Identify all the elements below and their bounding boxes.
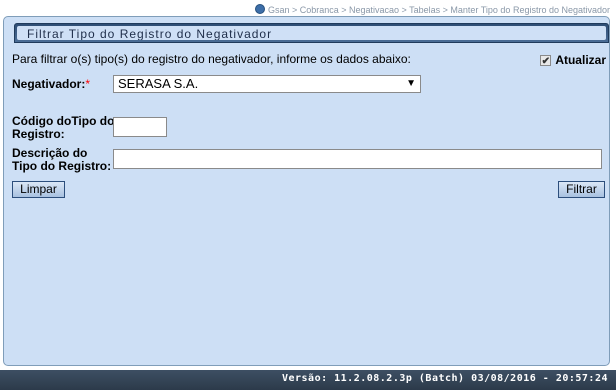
atualizar-label: Atualizar: [555, 53, 606, 67]
codigo-label: Código doTipo do Registro:: [12, 114, 115, 141]
codigo-input[interactable]: [113, 117, 167, 137]
breadcrumb-text[interactable]: Gsan > Cobranca > Negativacao > Tabelas …: [268, 5, 610, 15]
atualizar-checkbox[interactable]: ✔: [540, 54, 552, 67]
limpar-button[interactable]: Limpar: [12, 181, 65, 198]
negativador-select[interactable]: SERASA S.A. ▼: [113, 75, 421, 93]
filtrar-button[interactable]: Filtrar: [558, 181, 605, 198]
breadcrumb[interactable]: Gsan > Cobranca > Negativacao > Tabelas …: [0, 4, 610, 15]
footer-bar: Versão: 11.2.08.2.3p (Batch) 03/08/2016 …: [0, 370, 616, 390]
atualizar-option[interactable]: ✔ Atualizar: [540, 53, 606, 67]
chevron-down-icon[interactable]: ▼: [406, 76, 416, 92]
filter-panel: Filtrar Tipo do Registro do Negativador: [3, 16, 610, 366]
descricao-input[interactable]: [113, 149, 602, 169]
gsan-home-icon: [254, 4, 265, 14]
panel-title-bar: Filtrar Tipo do Registro do Negativador: [14, 23, 609, 43]
instructions-text: Para filtrar o(s) tipo(s) do registro do…: [12, 52, 411, 66]
negativador-selected-value: SERASA S.A.: [118, 76, 199, 91]
descricao-label: Descrição do Tipo do Registro:: [12, 146, 112, 173]
page-title: Filtrar Tipo do Registro do Negativador: [17, 26, 606, 40]
required-marker: *: [85, 77, 91, 91]
negativador-label: Negativador:*: [12, 77, 91, 91]
version-text: Versão: 11.2.08.2.3p (Batch) 03/08/2016 …: [281, 373, 608, 384]
